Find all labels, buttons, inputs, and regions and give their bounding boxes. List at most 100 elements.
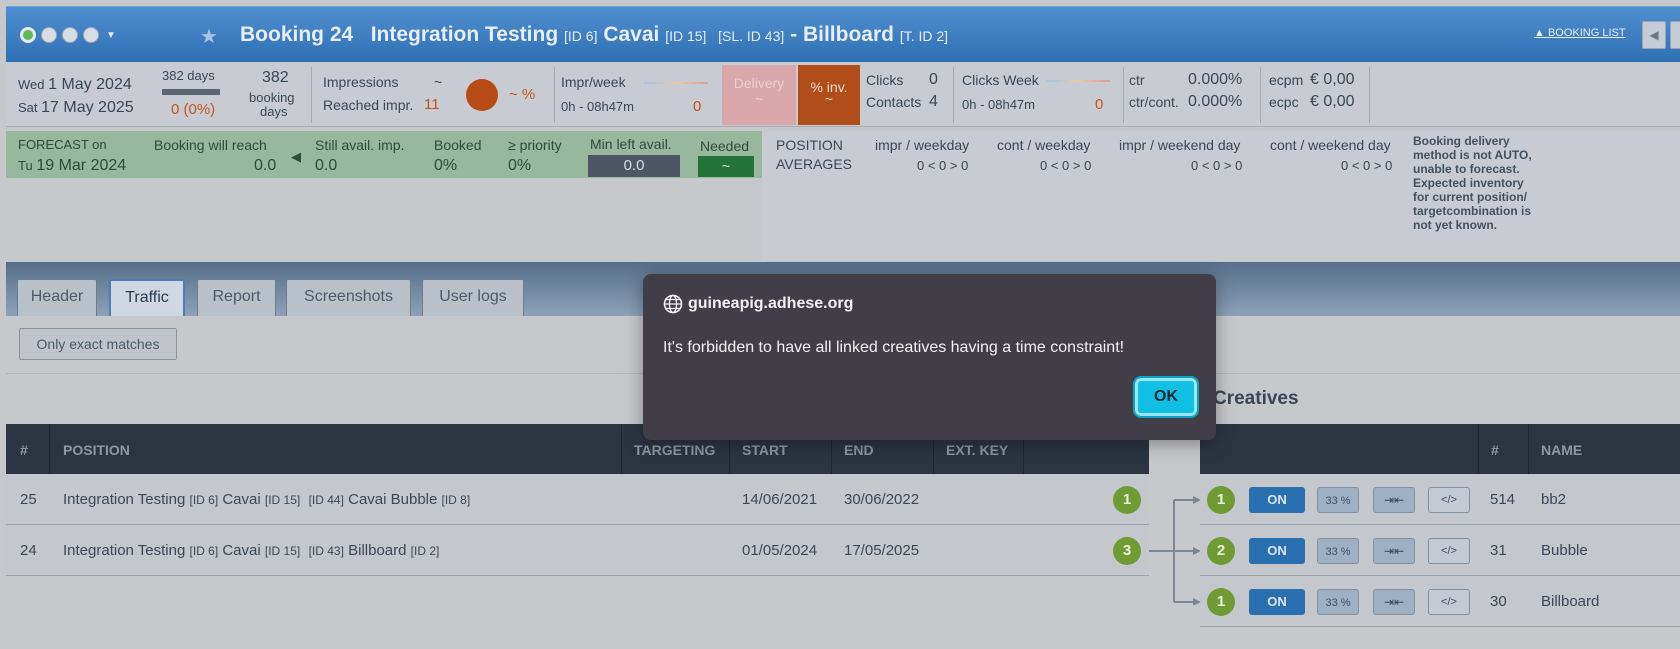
booking-list-link[interactable]: ▲ BOOKING LIST [1534, 27, 1626, 39]
creative-weight-badge: 1 [1207, 486, 1235, 514]
min-left-label: Min left avail. [590, 136, 672, 152]
ecpc-label: ecpc [1269, 94, 1299, 110]
creative-on-toggle[interactable]: ON [1249, 487, 1305, 513]
template-id: [T. ID 2] [899, 28, 949, 44]
col-creative-name[interactable]: NAME [1541, 442, 1582, 458]
tab-screenshots[interactable]: Screenshots [286, 279, 411, 316]
col-end[interactable]: END [844, 442, 874, 458]
creative-weight-badge: 2 [1207, 537, 1235, 565]
position-label: POSITION [776, 137, 843, 153]
globe-icon [663, 294, 683, 314]
divider [1369, 67, 1370, 123]
creative-name[interactable]: bb2 [1541, 491, 1566, 508]
divider [1123, 67, 1124, 123]
row-position[interactable]: Integration Testing [ID 6] Cavai [ID 15]… [63, 491, 470, 508]
needed-value: ~ [698, 156, 754, 177]
end-date: Sat 17 May 2025 [18, 99, 134, 116]
ecpc-value: € 0,00 [1310, 93, 1355, 110]
divider [1528, 424, 1529, 474]
cont-weekend-value: 0 < 0 > 0 [1341, 158, 1393, 173]
prev-booking-button[interactable]: ◀ [1642, 21, 1666, 49]
favorite-star-icon[interactable]: ★ [200, 27, 218, 47]
impr-weekend-value: 0 < 0 > 0 [1191, 158, 1243, 173]
expand-collapse-icon[interactable]: ⇥⇤ [1373, 589, 1415, 615]
tab-report[interactable]: Report [197, 279, 276, 316]
creative-count-badge: 3 [1113, 537, 1141, 565]
cont-weekend-label: cont / weekend day [1270, 137, 1391, 153]
creative-number: 30 [1490, 593, 1507, 610]
expand-collapse-icon[interactable]: ⇥⇤ [1373, 538, 1415, 564]
only-exact-matches-button[interactable]: Only exact matches [19, 328, 177, 360]
creative-share-button[interactable]: 33 % [1317, 538, 1359, 564]
start-date: Wed 1 May 2024 [18, 76, 132, 93]
code-icon[interactable]: </> [1428, 589, 1470, 615]
ctr-contacts-label: ctr/cont. [1129, 94, 1179, 110]
expand-collapse-icon[interactable]: ⇥⇤ [1373, 487, 1415, 513]
clicks-label: Clicks [866, 72, 904, 88]
clicks-week-value: 0 [1095, 96, 1104, 113]
creative-name[interactable]: Bubble [1541, 542, 1588, 559]
clicks-week-sparkline [1046, 80, 1110, 82]
collapse-arrow-icon[interactable]: ◀ [291, 149, 301, 165]
forecast-note: Booking delivery method is not AUTO, una… [1413, 134, 1532, 232]
clicks-week-time: 0h - 08h47m [962, 97, 1035, 112]
next-booking-button[interactable] [1670, 21, 1680, 49]
active-status-icon[interactable] [20, 27, 36, 43]
priority-value: 0% [508, 157, 532, 174]
tab-traffic[interactable]: Traffic [109, 279, 185, 316]
col-position[interactable]: POSITION [63, 442, 130, 458]
min-left-value: 0.0 [588, 155, 680, 177]
booking-days-count: 382 [262, 69, 289, 86]
delivery-box: Delivery ~ [722, 65, 796, 125]
will-reach-label: Booking will reach [154, 137, 267, 153]
impr-week-time: 0h - 08h47m [561, 99, 634, 114]
tab-header[interactable]: Header [17, 279, 97, 316]
col-targeting[interactable]: TARGETING [634, 442, 715, 458]
divider [311, 67, 312, 123]
forecast-label: FORECAST on [18, 137, 107, 152]
cont-weekday-value: 0 < 0 > 0 [1040, 158, 1092, 173]
ecpm-value: € 0,00 [1310, 71, 1355, 88]
link-connector-lines [1149, 496, 1201, 605]
row-end: 17/05/2025 [844, 542, 920, 559]
check-icon[interactable] [83, 27, 99, 43]
row-number: 24 [20, 542, 37, 559]
chevron-down-icon[interactable]: ▼ [106, 30, 116, 41]
creative-weight-badge: 1 [1207, 588, 1235, 616]
ok-button[interactable]: OK [1133, 376, 1199, 418]
cont-weekday-label: cont / weekday [997, 137, 1091, 153]
creative-on-toggle[interactable]: ON [1249, 589, 1305, 615]
status-controls: ▼ [20, 27, 116, 43]
impr-weekend-label: impr / weekend day [1119, 137, 1241, 153]
days-total: 382 days [162, 68, 215, 83]
clicks-value: 0 [929, 71, 938, 88]
forecast-date: Tu 19 Mar 2024 [18, 157, 127, 174]
play-icon[interactable] [41, 27, 57, 43]
code-icon[interactable]: </> [1428, 538, 1470, 564]
creative-share-button[interactable]: 33 % [1317, 487, 1359, 513]
code-icon[interactable]: </> [1428, 487, 1470, 513]
booked-label: Booked [434, 137, 482, 153]
row-start: 14/06/2021 [742, 491, 818, 508]
col-start[interactable]: START [742, 442, 788, 458]
booked-value: 0% [434, 157, 458, 174]
dialog-host: guineapig.adhese.org [663, 294, 853, 314]
pause-icon[interactable] [62, 27, 78, 43]
tab-user-logs[interactable]: User logs [422, 279, 524, 316]
creative-on-toggle[interactable]: ON [1249, 538, 1305, 564]
creative-count-badge: 1 [1113, 486, 1141, 514]
row-position[interactable]: Integration Testing [ID 6] Cavai [ID 15]… [63, 542, 439, 559]
creative-name[interactable]: Billboard [1541, 593, 1599, 610]
booking-stats-row: Wed 1 May 2024 Sat 17 May 2025 382 days … [6, 63, 1680, 127]
booking-days-label: booking [249, 90, 295, 105]
creative-share-button[interactable]: 33 % [1317, 589, 1359, 615]
col-ext-key[interactable]: EXT. KEY [946, 442, 1008, 458]
impr-weekday-value: 0 < 0 > 0 [917, 158, 969, 173]
divider [953, 67, 954, 123]
delivery-indicator-dot [466, 79, 498, 111]
ecpm-label: ecpm [1269, 72, 1304, 88]
will-reach-value: 0.0 [254, 157, 277, 174]
dialog-host-text: guineapig.adhese.org [688, 295, 854, 312]
divider [621, 424, 622, 474]
advertiser-name: Cavai [603, 23, 660, 46]
